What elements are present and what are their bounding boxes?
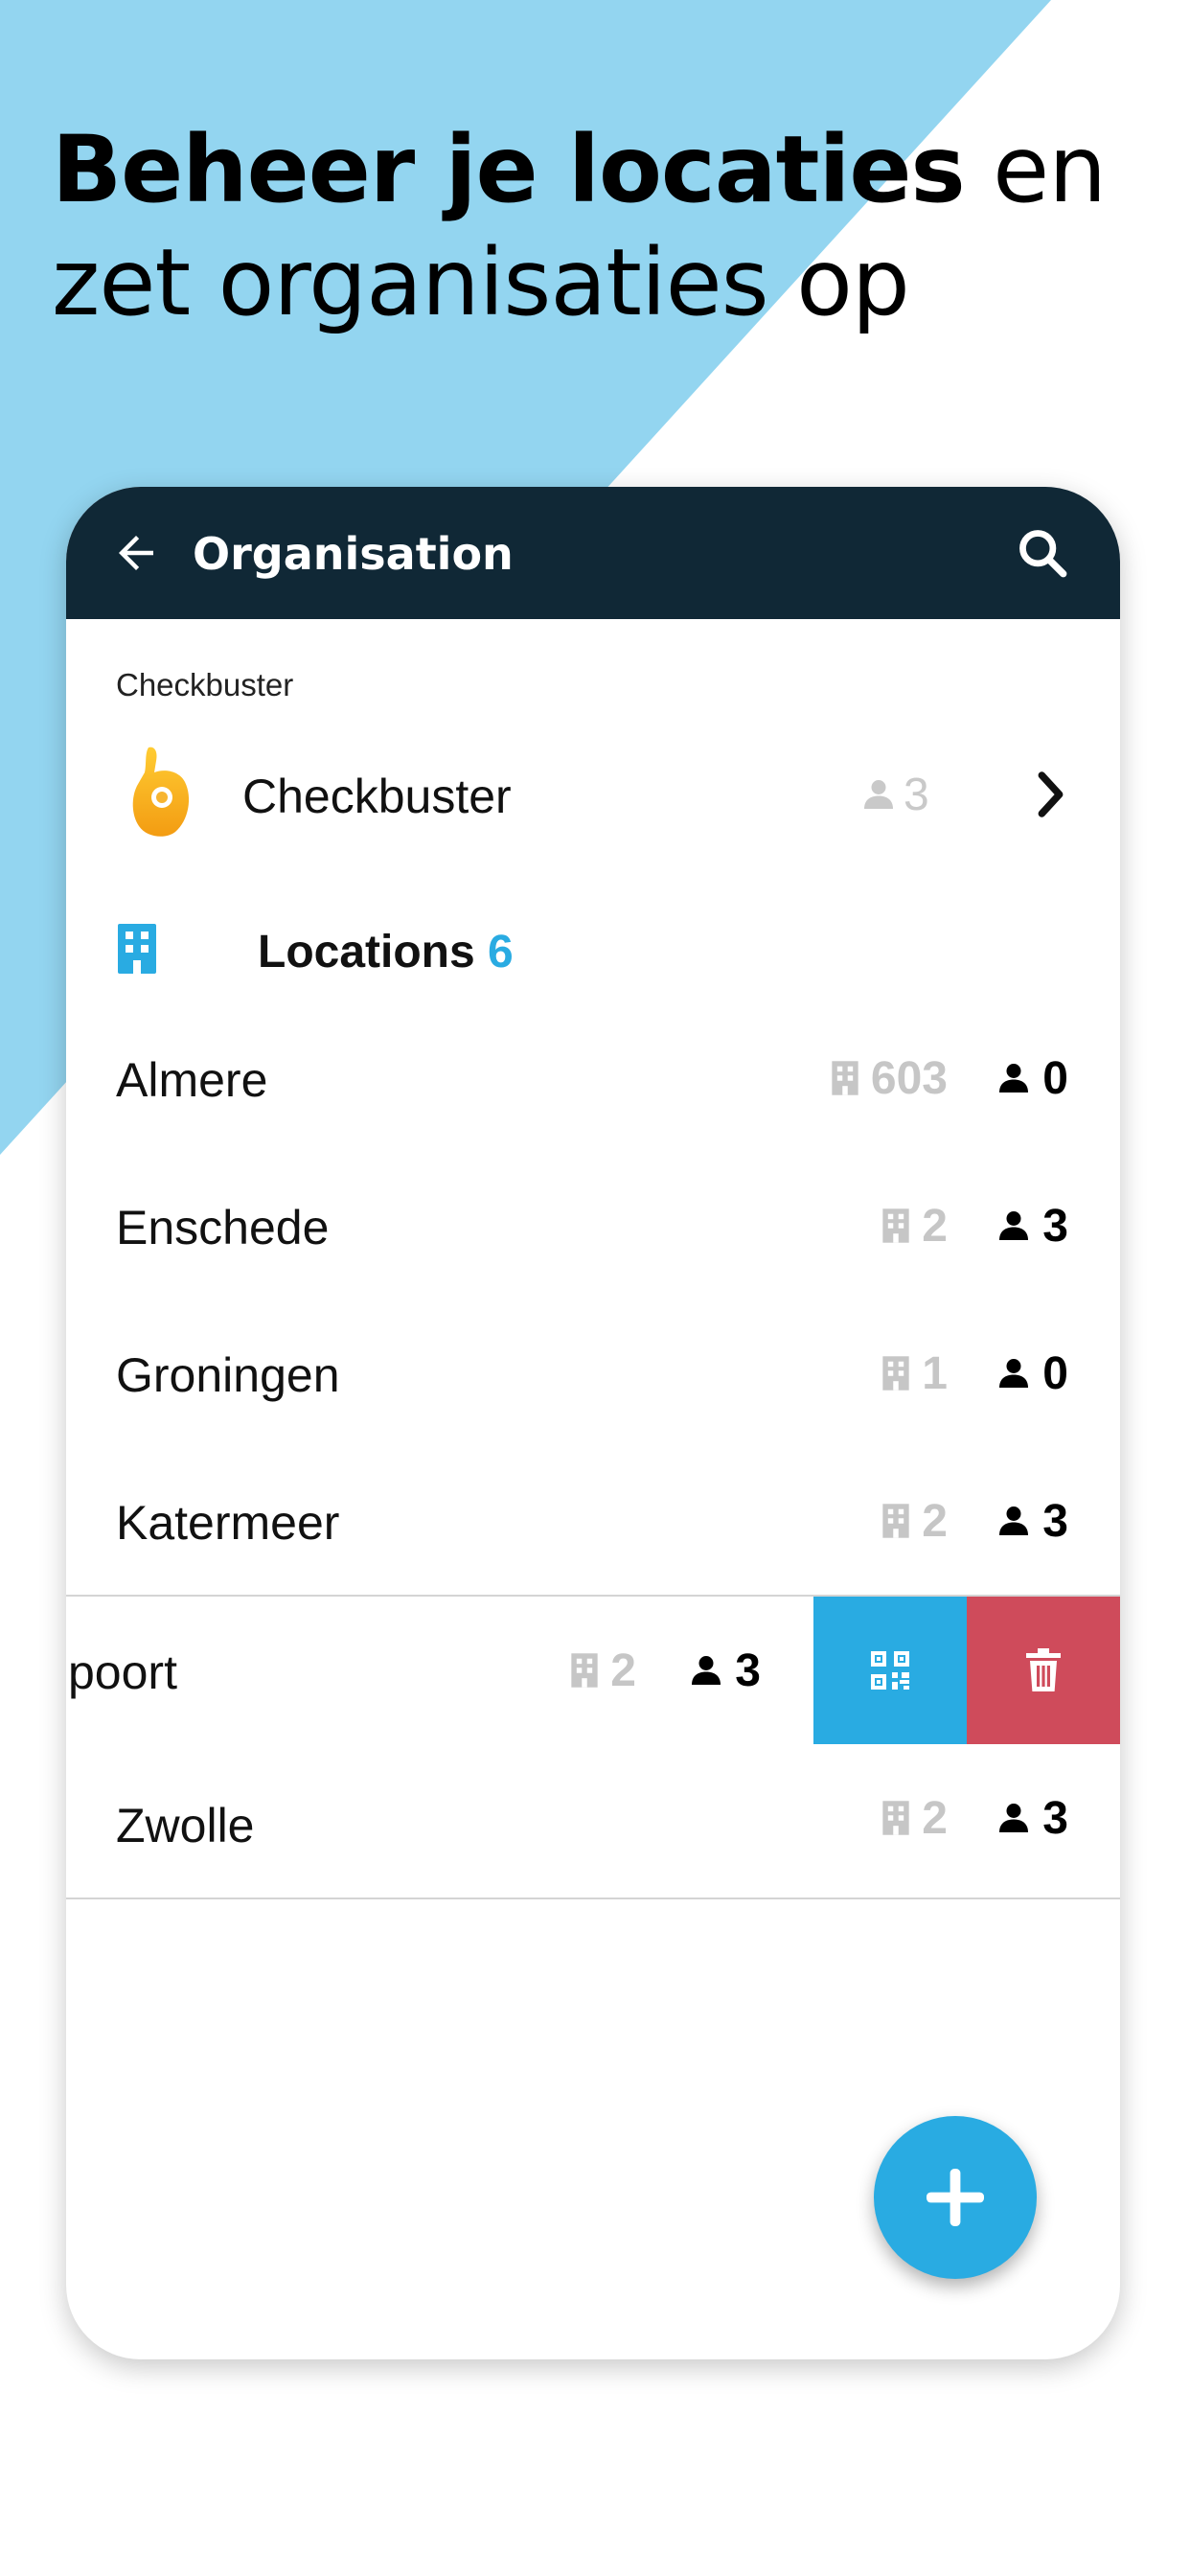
user-count: 3 (689, 1644, 761, 1697)
member-count-value: 3 (904, 770, 929, 820)
location-name: Enschede (116, 1201, 330, 1254)
building-count-value: 2 (922, 1793, 948, 1844)
user-count: 0 (996, 1052, 1068, 1105)
building-icon (118, 924, 156, 974)
locations-count: 6 (488, 927, 514, 978)
user-count-value: 3 (1042, 1496, 1068, 1547)
app-bar: Organisation (66, 487, 1120, 619)
page-title: Organisation (193, 528, 514, 580)
building-count-value: 2 (610, 1645, 636, 1696)
building-icon (882, 1801, 909, 1835)
organisation-label: Checkbuster (116, 667, 294, 702)
location-name: Katermeer (116, 1496, 340, 1550)
user-icon (999, 1064, 1029, 1092)
organisation-row[interactable]: Checkbuster 3 (66, 734, 1120, 859)
list-item[interactable]: Almere 603 0 (66, 1004, 1120, 1154)
list-item-swiped[interactable]: poort 2 3 (66, 1595, 1120, 1746)
location-name: poort (68, 1645, 177, 1699)
list-item[interactable]: Groningen 1 0 (66, 1300, 1120, 1449)
user-count: 3 (996, 1792, 1068, 1845)
user-count-value: 3 (1042, 1793, 1068, 1844)
qr-code-icon (871, 1651, 909, 1690)
list-item[interactable]: Zwolle 2 3 (66, 1744, 1120, 1899)
plus-icon (927, 2169, 984, 2226)
organisation-name: Checkbuster (242, 770, 512, 823)
organisation-member-count: 3 (861, 769, 929, 821)
locations-title-text: Locations (258, 927, 475, 978)
location-name: Zwolle (116, 1799, 255, 1852)
search-icon[interactable] (1015, 525, 1070, 581)
building-count: 2 (881, 1200, 948, 1253)
user-count: 3 (996, 1495, 1068, 1548)
user-icon (999, 1506, 1029, 1535)
user-icon (999, 1804, 1029, 1832)
building-count-value: 2 (922, 1201, 948, 1252)
building-count: 603 (831, 1052, 948, 1105)
list-item[interactable]: Katermeer 2 3 (66, 1447, 1120, 1597)
ok-hand-icon (132, 747, 190, 837)
user-count-value: 0 (1042, 1053, 1068, 1104)
headline-bold: Beheer je locaties (52, 116, 966, 223)
building-count-value: 1 (922, 1348, 948, 1399)
chevron-right-icon[interactable] (1034, 770, 1072, 818)
user-count: 3 (996, 1200, 1068, 1253)
building-icon (832, 1061, 858, 1095)
locations-title: Locations 6 (258, 926, 514, 978)
building-count: 2 (570, 1644, 636, 1697)
user-icon (692, 1656, 721, 1685)
list-item[interactable]: Enschede 2 3 (66, 1152, 1120, 1301)
qr-code-button[interactable] (813, 1597, 967, 1744)
building-count-value: 2 (922, 1496, 948, 1547)
building-count: 2 (881, 1792, 948, 1845)
arrow-left-icon[interactable] (110, 527, 162, 579)
building-icon (882, 1208, 909, 1243)
user-count: 0 (996, 1347, 1068, 1400)
location-name: Almere (116, 1053, 268, 1107)
building-count: 2 (881, 1495, 948, 1548)
location-name: Groningen (116, 1348, 340, 1402)
add-location-button[interactable] (874, 2116, 1037, 2279)
user-icon (864, 780, 893, 809)
user-count-value: 3 (1042, 1201, 1068, 1252)
building-count-value: 603 (870, 1053, 948, 1104)
user-count-value: 0 (1042, 1348, 1068, 1399)
building-count: 1 (881, 1347, 948, 1400)
user-icon (999, 1359, 1029, 1388)
phone-screen: Organisation Checkbuster Checkbuster 3 L… (66, 487, 1120, 2359)
building-icon (882, 1356, 909, 1391)
delete-button[interactable] (967, 1597, 1120, 1744)
user-icon (999, 1211, 1029, 1240)
building-icon (571, 1653, 598, 1688)
building-icon (882, 1504, 909, 1538)
trash-icon (1026, 1648, 1061, 1691)
headline: Beheer je locaties en zet organisaties o… (52, 113, 1163, 339)
user-count-value: 3 (735, 1645, 761, 1696)
